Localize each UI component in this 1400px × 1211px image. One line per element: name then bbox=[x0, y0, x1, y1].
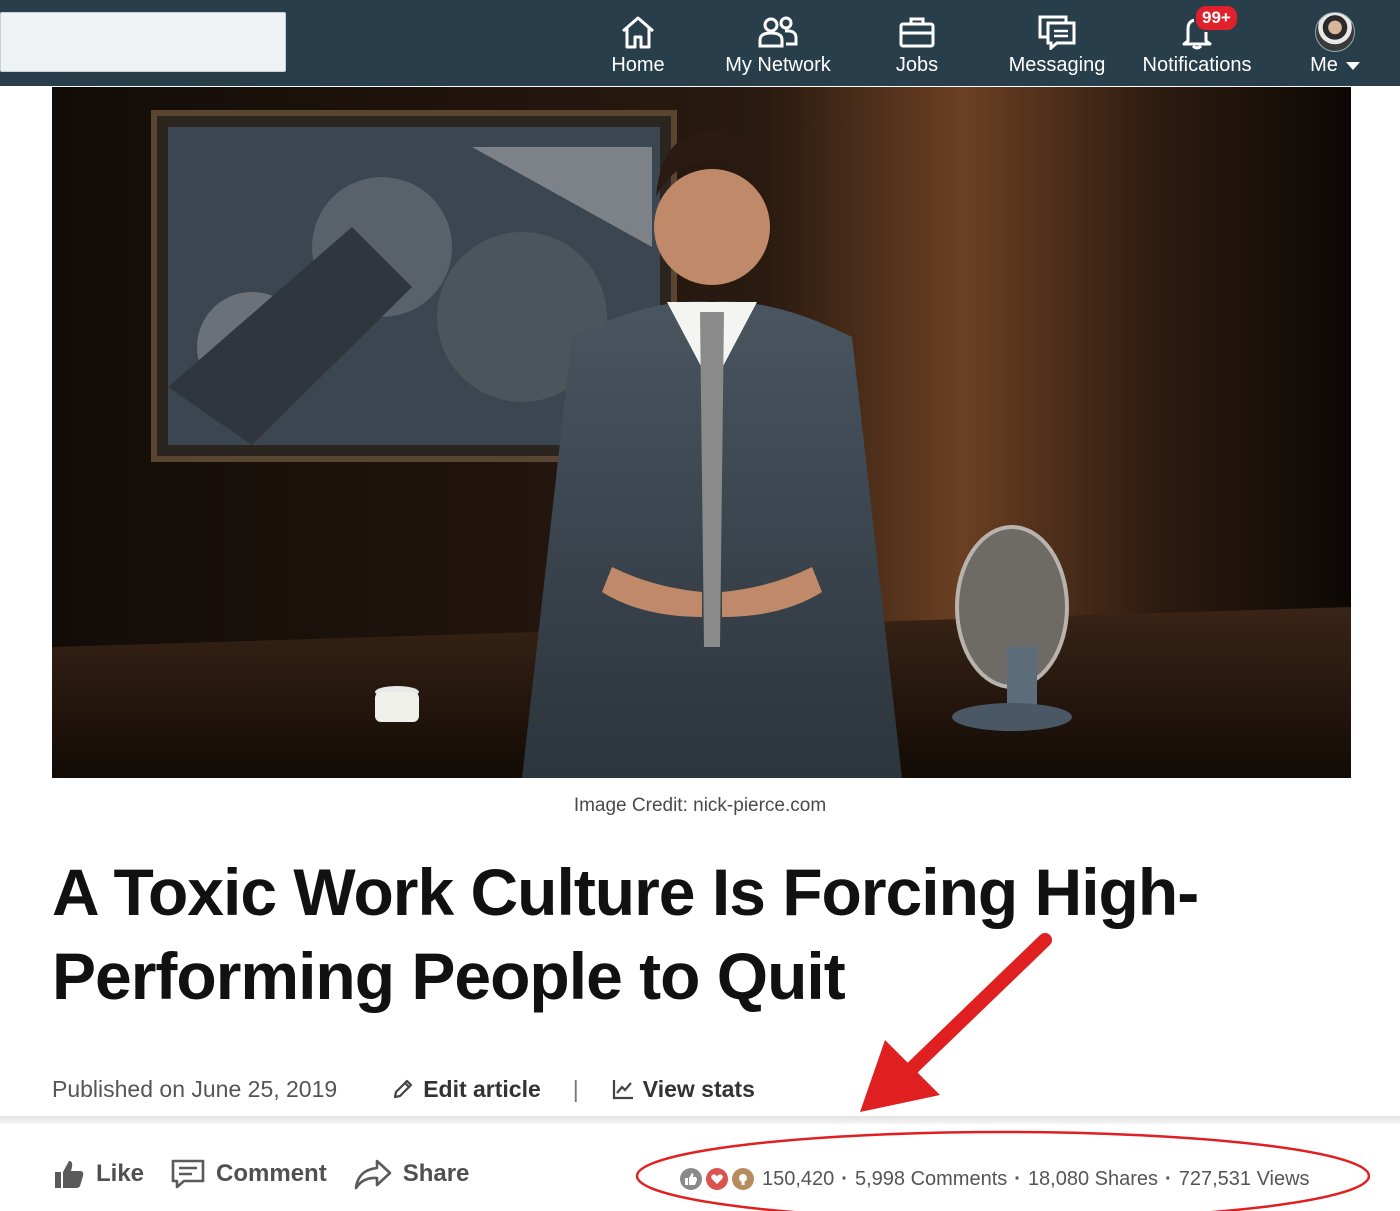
reaction-count[interactable]: 150,420 bbox=[762, 1168, 834, 1191]
meta-separator: | bbox=[572, 1075, 579, 1102]
avatar bbox=[1315, 12, 1355, 52]
insightful-reaction-icon bbox=[732, 1168, 754, 1190]
red-arrow-head bbox=[860, 1040, 940, 1112]
comments-count[interactable]: 5,998 Comments bbox=[855, 1168, 1007, 1191]
stat-separator: · bbox=[841, 1167, 848, 1190]
nav-me[interactable]: Me bbox=[1296, 0, 1374, 86]
nav-jobs-label: Jobs bbox=[895, 54, 939, 76]
nav-my-network-label: My Network bbox=[725, 54, 831, 76]
views-count[interactable]: 727,531 Views bbox=[1179, 1168, 1310, 1191]
section-divider bbox=[0, 1116, 1400, 1124]
nav-my-network[interactable]: My Network bbox=[708, 0, 848, 86]
stat-separator: · bbox=[1165, 1167, 1172, 1190]
love-reaction-icon bbox=[706, 1168, 728, 1190]
search-input[interactable] bbox=[0, 12, 286, 72]
network-icon bbox=[756, 12, 800, 52]
like-label: Like bbox=[96, 1160, 145, 1187]
share-arrow-icon bbox=[354, 1159, 392, 1190]
edit-article-label: Edit article bbox=[423, 1075, 541, 1102]
comment-button[interactable]: Comment bbox=[170, 1158, 327, 1190]
share-button[interactable]: Share bbox=[353, 1157, 470, 1191]
published-date: Published on June 25, 2019 bbox=[52, 1075, 338, 1102]
comment-label: Comment bbox=[216, 1160, 327, 1187]
nav-home[interactable]: Home bbox=[598, 0, 678, 86]
notifications-badge: 99+ bbox=[1194, 4, 1239, 32]
nav-messaging-label: Messaging bbox=[1008, 54, 1106, 76]
nav-notifications[interactable]: 99+ Notifications bbox=[1130, 0, 1264, 86]
thumbs-up-icon bbox=[55, 1161, 84, 1188]
engagement-stats: 150,420 · 5,998 Comments · 18,080 Shares… bbox=[680, 1164, 1310, 1194]
view-stats-label: View stats bbox=[642, 1075, 755, 1102]
share-label: Share bbox=[402, 1160, 470, 1187]
comment-icon bbox=[171, 1159, 205, 1189]
like-reaction-icon bbox=[680, 1168, 702, 1190]
view-stats-button[interactable]: View stats bbox=[611, 1076, 755, 1103]
social-actions: Like Comment Share bbox=[52, 1152, 469, 1196]
like-button[interactable]: Like bbox=[52, 1157, 144, 1191]
nav-home-label: Home bbox=[611, 54, 665, 76]
bell-icon: 99+ bbox=[1178, 4, 1239, 52]
nav-notifications-label: Notifications bbox=[1142, 54, 1252, 76]
chevron-down-icon bbox=[1345, 62, 1360, 70]
reaction-icons[interactable] bbox=[680, 1168, 754, 1190]
edit-article-button[interactable]: Edit article bbox=[391, 1076, 541, 1103]
stat-separator: · bbox=[1014, 1167, 1021, 1190]
briefcase-icon bbox=[898, 12, 936, 52]
nav-me-label: Me bbox=[1310, 54, 1338, 76]
messaging-icon bbox=[1037, 12, 1077, 52]
pencil-icon bbox=[394, 1079, 413, 1099]
home-icon bbox=[619, 12, 657, 52]
top-nav-bar: Home My Network Jobs Messaging 99+ Notif… bbox=[0, 0, 1400, 86]
shares-count[interactable]: 18,080 Shares bbox=[1028, 1168, 1158, 1191]
nav-messaging[interactable]: Messaging bbox=[996, 0, 1118, 86]
article-meta: Published on June 25, 2019 Edit article … bbox=[52, 1072, 755, 1106]
article-title: A Toxic Work Culture Is Forcing High-Per… bbox=[52, 855, 1199, 1013]
article-hero-image bbox=[52, 87, 1351, 778]
nav-jobs[interactable]: Jobs bbox=[877, 0, 957, 86]
image-caption: Image Credit: nick-pierce.com bbox=[573, 795, 827, 816]
stats-chart-icon bbox=[612, 1080, 633, 1100]
